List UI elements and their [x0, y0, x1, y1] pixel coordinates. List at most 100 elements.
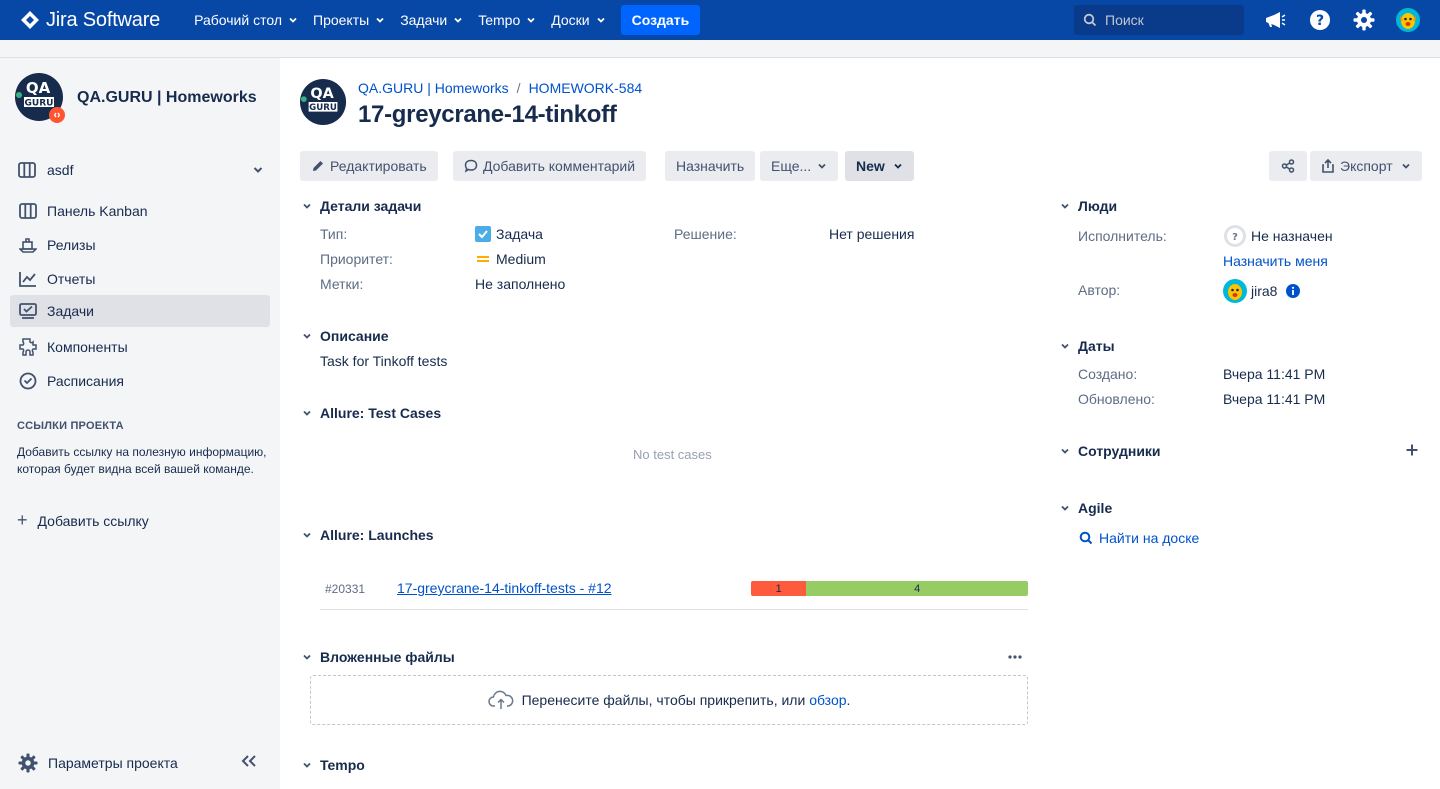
agile-section-toggle[interactable]: Agile [1058, 500, 1112, 516]
reporter-value[interactable]: jira8 [1223, 279, 1301, 303]
priority-medium-icon [475, 251, 491, 267]
description-section-toggle[interactable]: Описание [300, 328, 389, 344]
chevron-down-icon [289, 17, 297, 23]
nav-issues[interactable]: Задачи [394, 0, 469, 40]
more-button-label: Еще... [771, 158, 812, 174]
project-header[interactable]: QA GURU QA.GURU | Homeworks [15, 73, 257, 123]
nav-label: Доски [551, 12, 590, 28]
edit-button[interactable]: Редактировать [300, 151, 438, 181]
people-heading: Люди [1078, 198, 1118, 214]
nav-label: Проекты [313, 12, 370, 28]
product-name: Jira Software [46, 8, 161, 31]
allure-launches-toggle[interactable]: Allure: Launches [300, 527, 434, 543]
assign-button[interactable]: Назначить [665, 151, 756, 181]
add-employee-plus-icon[interactable] [1405, 443, 1419, 460]
status-transition-button[interactable]: New [845, 151, 914, 181]
chevron-down-icon [1058, 199, 1072, 213]
labels-label: Метки: [320, 276, 364, 292]
dates-heading: Даты [1078, 338, 1115, 354]
allure-launches-heading: Allure: Launches [320, 527, 434, 543]
project-links-heading: ССЫЛКИ ПРОЕКТА [17, 420, 124, 432]
chevron-down-icon [818, 163, 826, 169]
jira-logo-icon [21, 11, 39, 29]
type-value-text: Задача [496, 226, 543, 242]
user-avatar[interactable] [1396, 8, 1420, 32]
share-button[interactable] [1269, 151, 1307, 181]
launch-link[interactable]: 17-greycrane-14-tinkoff-tests - #12 [397, 580, 612, 596]
create-button[interactable]: Создать [620, 5, 701, 35]
divider [320, 609, 1028, 610]
project-settings-link[interactable]: Параметры проекта [18, 753, 178, 773]
board-selector-label: asdf [47, 162, 74, 178]
add-link-button[interactable]: + Добавить ссылку [17, 510, 149, 531]
issue-title[interactable]: 17-greycrane-14-tinkoff [358, 101, 617, 129]
sidebar-item-releases[interactable]: Релизы [10, 229, 270, 261]
jira-logo[interactable]: Jira Software [20, 9, 160, 32]
nav-label: Рабочий стол [194, 12, 282, 28]
help-icon[interactable]: ? [1308, 8, 1332, 32]
sidebar-item-label: Панель Kanban [47, 203, 148, 219]
ship-icon [18, 235, 38, 255]
description-text[interactable]: Task for Tinkoff tests [320, 353, 447, 369]
assign-to-me-link[interactable]: Назначить меня [1223, 253, 1328, 269]
notifications-megaphone-icon[interactable] [1263, 8, 1287, 32]
breadcrumb-issue-key-link[interactable]: HOMEWORK-584 [529, 80, 643, 96]
chevron-down-icon [253, 167, 263, 173]
sidebar-item-label: Расписания [47, 373, 124, 389]
browse-link[interactable]: обзор [809, 692, 846, 708]
find-on-board-link[interactable]: Найти на доске [1079, 530, 1199, 546]
project-links-description: Добавить ссылку на полезную информацию, … [17, 445, 267, 476]
sidebar-item-components[interactable]: Компоненты [10, 331, 270, 363]
sidebar-item-schedules[interactable]: Расписания [10, 365, 270, 397]
more-actions-button[interactable]: Еще... [760, 151, 839, 181]
dates-section-toggle[interactable]: Даты [1058, 338, 1115, 354]
nav-boards[interactable]: Доски [545, 0, 611, 40]
priority-value-text: Medium [496, 251, 546, 267]
breadcrumb-project-link[interactable]: QA.GURU | Homeworks [358, 80, 509, 96]
attachments-heading: Вложенные файлы [320, 649, 455, 665]
collapse-sidebar-button[interactable] [240, 754, 258, 771]
export-button[interactable]: Экспорт [1310, 151, 1422, 181]
people-section-toggle[interactable]: Люди [1058, 198, 1117, 214]
chevron-down-icon [454, 17, 462, 23]
project-avatar: QA GURU [15, 73, 65, 123]
pencil-icon [313, 161, 323, 171]
assignee-name: Не назначен [1251, 228, 1333, 244]
sidebar-item-label: Задачи [47, 303, 95, 319]
settings-gear-icon[interactable] [1352, 8, 1376, 32]
attachment-drop-zone[interactable]: Перенесите файлы, чтобы прикрепить, или … [310, 675, 1028, 725]
created-label: Создано: [1078, 366, 1138, 382]
project-avatar[interactable]: QA GURU [300, 78, 348, 129]
allure-test-cases-heading: Allure: Test Cases [320, 405, 442, 421]
chevron-down-icon [300, 406, 314, 420]
status-label: New [856, 158, 885, 174]
more-options-icon[interactable] [1006, 648, 1024, 669]
chevron-down-icon [1058, 501, 1072, 515]
nav-dashboards[interactable]: Рабочий стол [188, 0, 304, 40]
labels-value[interactable]: Не заполнено [475, 276, 565, 292]
export-button-label: Экспорт [1340, 158, 1393, 174]
tempo-section-toggle[interactable]: Tempo [300, 757, 365, 773]
board-selector[interactable]: asdf [10, 154, 270, 186]
sidebar-item-label: Отчеты [47, 271, 96, 287]
chevron-down-icon [527, 17, 535, 23]
export-icon [1322, 159, 1334, 173]
sidebar-item-issues[interactable]: Задачи [10, 295, 270, 327]
search-icon [1083, 13, 1097, 27]
assignee-value[interactable]: ? Не назначен [1223, 224, 1333, 248]
type-label: Тип: [320, 226, 348, 242]
add-comment-button[interactable]: Добавить комментарий [453, 151, 647, 181]
sidebar-item-kanban-board[interactable]: Панель Kanban [10, 195, 270, 227]
updated-value: Вчера 11:41 PM [1223, 391, 1326, 407]
sidebar-item-reports[interactable]: Отчеты [10, 263, 270, 295]
info-icon[interactable] [1285, 283, 1301, 299]
attachments-section-toggle[interactable]: Вложенные файлы [300, 649, 455, 665]
search-input[interactable]: Поиск [1074, 5, 1244, 35]
details-section-toggle[interactable]: Детали задачи [300, 198, 421, 214]
allure-test-cases-toggle[interactable]: Allure: Test Cases [300, 405, 441, 421]
resolution-value: Нет решения [829, 226, 915, 242]
comment-icon [464, 159, 478, 173]
nav-projects[interactable]: Проекты [307, 0, 391, 40]
nav-tempo[interactable]: Tempo [472, 0, 542, 40]
employees-section-toggle[interactable]: Сотрудники [1058, 443, 1161, 459]
